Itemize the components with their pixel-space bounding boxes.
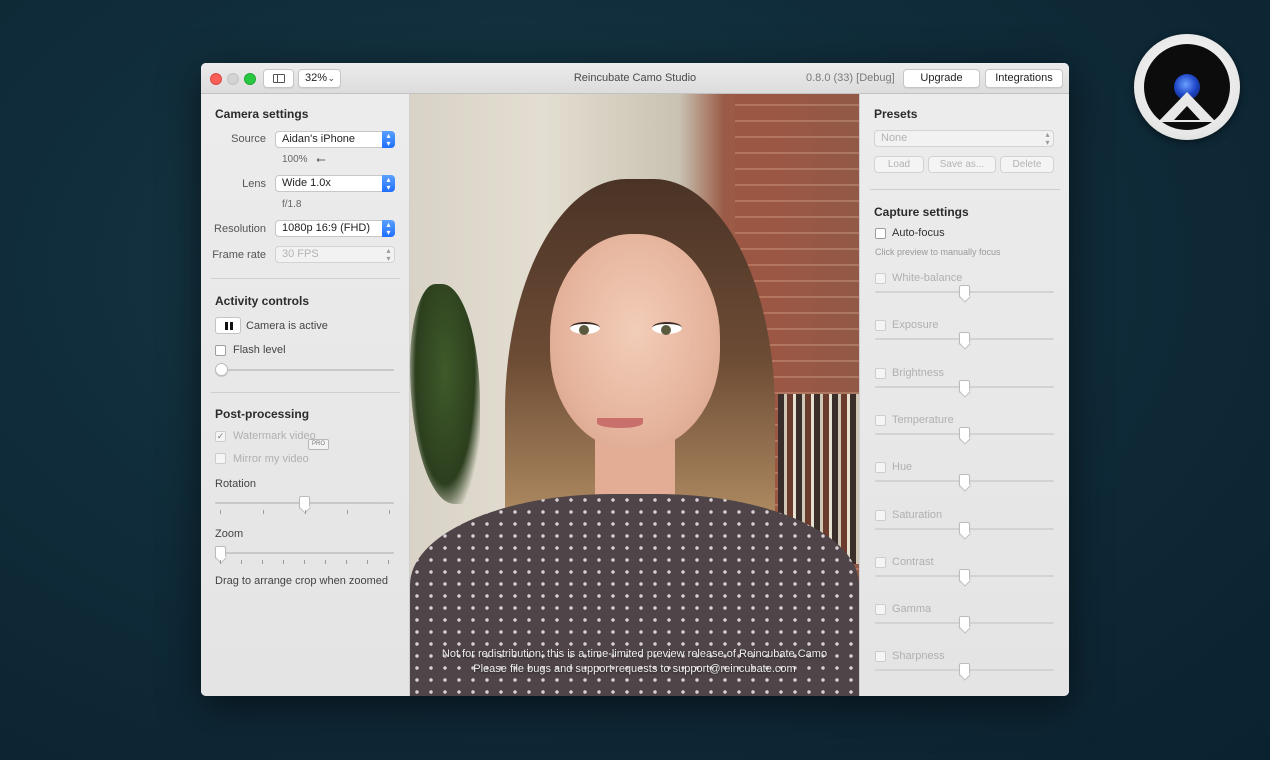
capture-setting-slider-knob[interactable] (959, 474, 970, 486)
aperture-value: f/1.8 (282, 199, 302, 210)
capture-setting-label: Exposure (892, 319, 939, 331)
divider (211, 392, 400, 393)
capture-setting-checkbox[interactable] (875, 415, 886, 426)
watermark-line-1: Not for redistribution; this is a time-l… (441, 648, 828, 660)
checkmark-icon: ✓ (216, 431, 225, 441)
battery-level: 100% (282, 154, 308, 165)
capture-setting-slider-knob[interactable] (959, 616, 970, 628)
autofocus-checkbox[interactable] (875, 228, 886, 239)
zoom-label: Zoom (215, 528, 244, 540)
lens-label: Lens (242, 178, 266, 190)
post-processing-heading: Post-processing (215, 407, 310, 421)
capture-setting-checkbox[interactable] (875, 651, 886, 662)
rotation-ticks (215, 510, 394, 515)
capture-setting-label: White-balance (892, 272, 963, 284)
presets-heading: Presets (874, 107, 918, 121)
stepper-icon: ▴ ▾ (382, 220, 395, 237)
camo-app-icon (1134, 34, 1240, 140)
person-mouth (597, 418, 643, 428)
pause-camera-button[interactable] (215, 317, 241, 334)
watermark-checkbox[interactable]: ✓ (215, 431, 226, 442)
save-preset-button[interactable]: Save as... (928, 156, 996, 173)
capture-setting-slider-knob[interactable] (959, 285, 970, 297)
capture-setting-checkbox[interactable] (875, 604, 886, 615)
capture-setting-label: Sharpness (892, 650, 945, 662)
resolution-value: 1080p 16:9 (FHD) (282, 222, 371, 234)
person-eye (652, 322, 682, 335)
capture-setting-label: Gamma (892, 603, 932, 615)
rotation-label: Rotation (215, 478, 256, 490)
watermark-label: Watermark video (233, 430, 316, 442)
divider (211, 278, 400, 279)
camera-settings-heading: Camera settings (215, 107, 309, 121)
mirror-label: Mirror my video (233, 453, 309, 465)
flash-level-label: Flash level (233, 344, 286, 356)
capture-settings-heading: Capture settings (874, 205, 969, 219)
capture-setting-checkbox[interactable] (875, 462, 886, 473)
camo-studio-window: 32% ⌄ Reincubate Camo Studio 0.8.0 (33) … (201, 63, 1069, 696)
rotation-slider-knob[interactable] (299, 496, 310, 508)
capture-setting-checkbox[interactable] (875, 510, 886, 521)
right-settings-panel: Presets None ▴ ▾ Load Save as... Delete C… (859, 94, 1069, 696)
capture-setting-slider-knob[interactable] (959, 663, 970, 675)
presets-value: None (881, 132, 908, 144)
camera-preview[interactable]: Not for redistribution; this is a time-l… (410, 94, 859, 696)
source-select[interactable]: Aidan's iPhone ▴ ▾ (275, 131, 395, 148)
title-bar: 32% ⌄ Reincubate Camo Studio 0.8.0 (33) … (201, 63, 1069, 94)
capture-setting-label: Temperature (892, 414, 954, 426)
mirror-checkbox[interactable] (215, 453, 226, 464)
zoom-ticks (215, 560, 394, 565)
version-label: 0.8.0 (33) [Debug] (806, 72, 895, 84)
stepper-icon: ▴ ▾ (386, 246, 391, 263)
resolution-label: Resolution (214, 223, 266, 235)
delete-preset-button[interactable]: Delete (1000, 156, 1054, 173)
capture-setting-label: Brightness (892, 367, 944, 379)
capture-setting-checkbox[interactable] (875, 273, 886, 284)
person-face (550, 234, 720, 449)
capture-setting-label: Hue (892, 461, 913, 473)
stepper-icon: ▴ ▾ (1045, 130, 1050, 147)
zoom-hint: Drag to arrange crop when zoomed (215, 575, 389, 587)
load-preset-button[interactable]: Load (874, 156, 924, 173)
source-value: Aidan's iPhone (282, 133, 356, 145)
divider (870, 189, 1060, 190)
zoom-slider-knob[interactable] (215, 546, 226, 558)
capture-setting-checkbox[interactable] (875, 368, 886, 379)
frame-rate-label: Frame rate (212, 249, 266, 261)
frame-rate-select[interactable]: 30 FPS ▴ ▾ (275, 246, 395, 263)
capture-setting-checkbox[interactable] (875, 557, 886, 568)
autofocus-label: Auto-focus (892, 227, 945, 239)
flash-level-slider[interactable] (215, 369, 394, 371)
person-eye (570, 322, 600, 335)
preview-watermark: Not for redistribution; this is a time-l… (410, 647, 859, 677)
flash-level-slider-knob[interactable] (215, 363, 228, 376)
resolution-select[interactable]: 1080p 16:9 (FHD) ▴ ▾ (275, 220, 395, 237)
stepper-icon: ▴ ▾ (382, 131, 395, 148)
left-settings-panel: Camera settings Source Aidan's iPhone ▴ ▾… (201, 94, 410, 696)
camera-status-label: Camera is active (246, 320, 328, 332)
zoom-slider[interactable] (215, 552, 394, 554)
capture-setting-slider-knob[interactable] (959, 380, 970, 392)
integrations-button[interactable]: Integrations (985, 69, 1063, 88)
flash-level-checkbox[interactable] (215, 345, 226, 356)
capture-setting-label: Saturation (892, 509, 943, 521)
frame-rate-value: 30 FPS (282, 248, 319, 260)
upgrade-button[interactable]: Upgrade (903, 69, 980, 88)
autofocus-hint: Click preview to manually focus (875, 247, 1001, 257)
capture-setting-slider-knob[interactable] (959, 427, 970, 439)
lens-select[interactable]: Wide 1.0x ▴ ▾ (275, 175, 395, 192)
presets-select[interactable]: None ▴ ▾ (874, 130, 1054, 147)
capture-setting-label: Contrast (892, 556, 934, 568)
usb-icon: ⭠ (316, 152, 326, 166)
capture-setting-slider-knob[interactable] (959, 569, 970, 581)
lens-value: Wide 1.0x (282, 177, 331, 189)
watermark-line-2: Please file bugs and support requests to… (473, 663, 796, 675)
activity-controls-heading: Activity controls (215, 294, 310, 308)
capture-setting-checkbox[interactable] (875, 320, 886, 331)
capture-setting-slider-knob[interactable] (959, 332, 970, 344)
source-label: Source (231, 133, 266, 145)
stepper-icon: ▴ ▾ (382, 175, 395, 192)
capture-setting-slider-knob[interactable] (959, 522, 970, 534)
plant (410, 284, 480, 504)
